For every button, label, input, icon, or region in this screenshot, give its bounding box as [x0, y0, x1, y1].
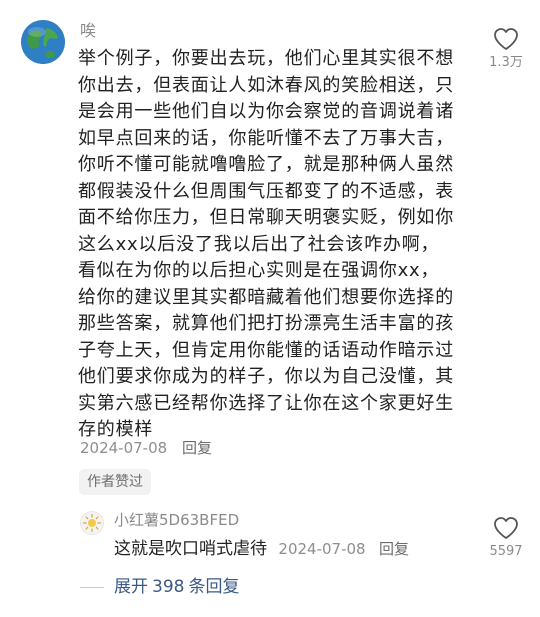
heart-outline-icon[interactable]: [493, 27, 519, 51]
reply-button[interactable]: 回复: [182, 439, 212, 457]
comment-meta: 2024-07-08 回复: [80, 437, 212, 459]
reply-content: 这就是吹口哨式虐待 2024-07-08 回复: [114, 537, 409, 561]
expand-suffix: 条回复: [188, 577, 240, 597]
author-liked-badge: 作者赞过: [79, 469, 151, 495]
expand-divider: [80, 587, 104, 588]
reply-like-count: 5597: [489, 544, 523, 559]
reply-date: 2024-07-08: [278, 540, 366, 558]
heart-outline-icon[interactable]: [493, 516, 519, 540]
commenter-avatar[interactable]: [21, 20, 65, 64]
comment-author[interactable]: 唉: [80, 20, 96, 42]
reply-reply-button[interactable]: 回复: [379, 540, 409, 558]
comment-date: 2024-07-08: [80, 439, 168, 457]
expand-replies-button[interactable]: 展开 398 条回复: [114, 575, 239, 599]
expand-count: 398: [152, 577, 185, 597]
sun-icon: [82, 513, 102, 533]
globe-icon: [21, 20, 65, 64]
reply-text: 这就是吹口哨式虐待: [114, 539, 267, 559]
comment-text: 举个例子，你要出去玩，他们心里其实很不想你出去，但表面让人如沐春风的笑脸相送，只…: [78, 48, 454, 440]
reply-like[interactable]: 5597: [480, 516, 532, 560]
like-count: 1.3万: [489, 55, 523, 70]
reply-author[interactable]: 小红薯5D63BFED: [114, 510, 239, 530]
reply-avatar[interactable]: [80, 511, 104, 535]
expand-prefix: 展开: [114, 577, 148, 597]
comment-like[interactable]: 1.3万: [480, 27, 532, 71]
